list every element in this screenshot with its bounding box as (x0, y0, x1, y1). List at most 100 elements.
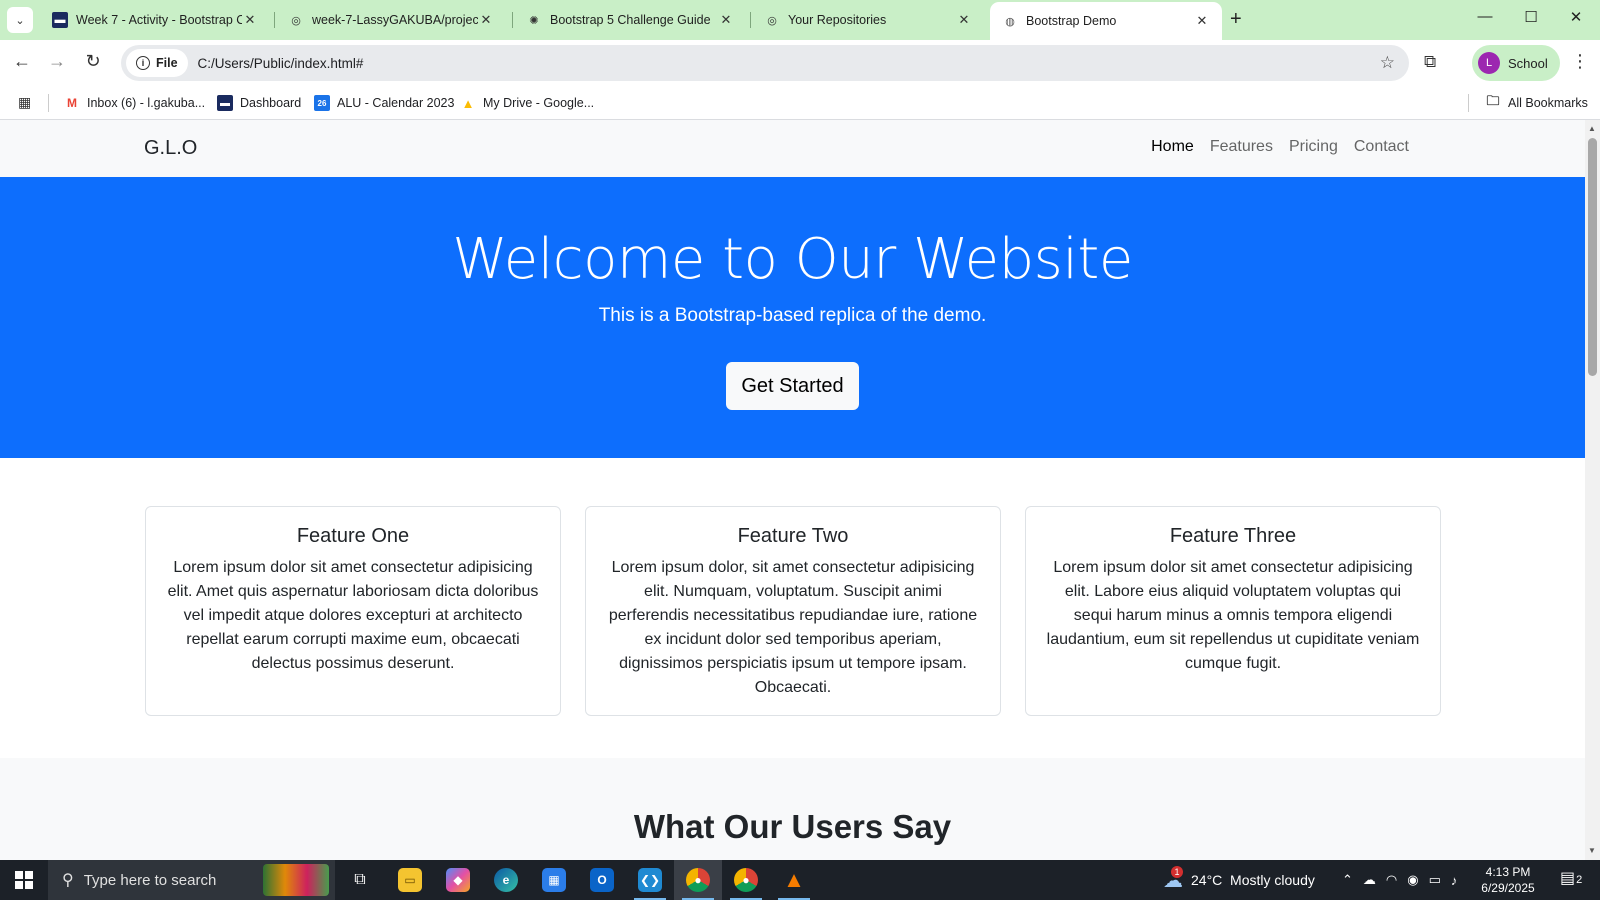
clock-date: 6/29/2025 (1481, 881, 1535, 895)
bookmark-label: My Drive - Google... (483, 96, 595, 110)
wifi-icon[interactable]: ◠ (1386, 872, 1397, 888)
profile-button[interactable]: L School (1472, 45, 1560, 81)
github-icon: ◎ (767, 14, 777, 27)
github-icon: ◎ (291, 14, 301, 27)
tab-your-repositories[interactable]: ◎ Your Repositories ✕ (752, 0, 984, 40)
close-icon[interactable]: ✕ (718, 12, 734, 28)
bookmark-my-drive[interactable]: ▲ My Drive - Google... (460, 86, 594, 120)
browser-tab-strip: ⌄ ▬ Week 7 - Activity - Bootstrap Ch ✕ ◎… (0, 0, 1600, 40)
get-started-button[interactable]: Get Started (726, 362, 859, 410)
file-explorer-icon: ▭ (398, 868, 422, 892)
start-button[interactable] (0, 860, 48, 900)
nav-link-features[interactable]: Features (1210, 138, 1273, 156)
browser-toolbar: ← → ↻ i File C:/Users/Public/index.html#… (0, 40, 1600, 86)
bookmark-gmail[interactable]: M Inbox (6) - l.gakuba... (64, 86, 205, 120)
nav-link-contact[interactable]: Contact (1354, 138, 1409, 156)
testimonials-title: What Our Users Say (633, 808, 952, 845)
search-placeholder: Type here to search (83, 871, 217, 889)
all-bookmarks-button[interactable]: 🗀 All Bookmarks (1485, 86, 1588, 120)
apps-grid-icon[interactable]: ▦ (18, 94, 31, 111)
tab-week7-activity[interactable]: ▬ Week 7 - Activity - Bootstrap Ch ✕ (40, 0, 270, 40)
close-icon[interactable]: ✕ (956, 12, 972, 28)
maximize-icon[interactable]: ☐ (1516, 8, 1546, 26)
chevron-up-icon[interactable]: ⌃ (1342, 872, 1353, 888)
notification-center-button[interactable]: ▤2 (1560, 868, 1582, 888)
scroll-up-arrow-icon[interactable]: ▲ (1588, 124, 1596, 133)
weather-widget[interactable]: ☁ 1 24°C Mostly cloudy (1163, 860, 1315, 900)
more-menu-icon[interactable]: ⋮ (1571, 51, 1589, 72)
taskbar-clock[interactable]: 4:13 PM 6/29/2025 (1462, 864, 1554, 896)
weather-text: 24°C Mostly cloudy (1191, 872, 1315, 888)
close-icon[interactable]: ✕ (242, 12, 258, 28)
feature-card: Feature Two Lorem ipsum dolor, sit amet … (585, 506, 1001, 716)
site-info-chip[interactable]: i File (126, 49, 188, 77)
openai-icon: ✺ (529, 14, 539, 27)
back-arrow-icon[interactable]: ← (10, 51, 34, 72)
tab-github-project[interactable]: ◎ week-7-LassyGAKUBA/project-c ✕ (276, 0, 506, 40)
close-window-icon[interactable]: ✕ (1561, 8, 1591, 26)
camera-icon[interactable]: ◉ (1407, 872, 1418, 888)
reload-icon[interactable]: ↻ (81, 51, 105, 72)
hero-subtitle: This is a Bootstrap-based replica of the… (598, 305, 987, 326)
tab-bootstrap-guide[interactable]: ✺ Bootstrap 5 Challenge Guide ✕ (514, 0, 746, 40)
page-scrollbar[interactable]: ▲ ▼ (1585, 120, 1600, 860)
close-icon[interactable]: ✕ (478, 12, 494, 28)
feature-text: Lorem ipsum dolor sit amet consectetur a… (1046, 559, 1420, 672)
minimize-icon[interactable]: — (1470, 8, 1500, 25)
copilot-button[interactable]: ◆ (434, 860, 482, 900)
bookmark-star-icon[interactable]: ☆ (1380, 53, 1395, 73)
feature-text: Lorem ipsum dolor sit amet consectetur a… (167, 559, 539, 672)
edge-button[interactable]: e (482, 860, 530, 900)
outlook-button[interactable]: O (578, 860, 626, 900)
vscode-icon: ❮❯ (638, 868, 662, 892)
bookmark-label: ALU - Calendar 2023 (337, 96, 455, 110)
weather-badge: 1 (1171, 865, 1183, 878)
navbar-brand[interactable]: G.L.O (144, 137, 197, 160)
tab-title: Bootstrap Demo (1026, 14, 1117, 28)
forward-arrow-icon[interactable]: → (45, 51, 69, 72)
chip-label: File (156, 56, 178, 70)
extensions-puzzle-icon[interactable]: ⧉ (1424, 52, 1436, 72)
feature-text: Lorem ipsum dolor, sit amet consectetur … (608, 559, 978, 696)
folder-icon: 🗀 (1486, 93, 1500, 108)
close-icon[interactable]: ✕ (1194, 13, 1210, 29)
new-tab-plus-icon[interactable]: + (1230, 8, 1242, 31)
google-drive-icon: ▲ (460, 95, 476, 111)
alu-favicon-icon: ▬ (52, 12, 68, 28)
calendar-icon: 26 (314, 95, 330, 111)
address-bar[interactable]: i File C:/Users/Public/index.html# ☆ (121, 45, 1409, 81)
volume-icon[interactable]: ♪ (1451, 873, 1458, 888)
tab-title: Bootstrap 5 Challenge Guide (550, 13, 711, 27)
vlc-button[interactable]: ▲ (770, 860, 818, 900)
edge-icon: e (494, 868, 518, 892)
clock-time: 4:13 PM (1485, 865, 1531, 879)
tab-bootstrap-demo[interactable]: ◍ Bootstrap Demo ✕ (990, 2, 1222, 40)
scrollbar-thumb[interactable] (1588, 138, 1597, 376)
globe-icon: ◍ (1005, 15, 1015, 28)
scroll-down-arrow-icon[interactable]: ▼ (1588, 846, 1596, 855)
tab-search-button[interactable]: ⌄ (7, 7, 33, 33)
notification-icon: ▤ (1560, 870, 1576, 887)
nav-link-home[interactable]: Home (1151, 138, 1194, 156)
taskbar-search-box[interactable]: ⚲ Type here to search (48, 860, 335, 900)
vscode-button[interactable]: ❮❯ (626, 860, 674, 900)
tab-separator (512, 12, 513, 28)
feature-card: Feature One Lorem ipsum dolor sit amet c… (145, 506, 561, 716)
task-view-button[interactable]: ⧉ (336, 860, 384, 900)
cloud-off-icon[interactable]: ☁ (1363, 872, 1376, 888)
feature-card: Feature Three Lorem ipsum dolor sit amet… (1025, 506, 1441, 716)
nav-link-pricing[interactable]: Pricing (1289, 138, 1338, 156)
bookmark-alu-calendar[interactable]: 26 ALU - Calendar 2023 (314, 86, 454, 120)
bookmark-label: All Bookmarks (1508, 96, 1588, 110)
battery-icon[interactable]: ▭ (1429, 872, 1441, 888)
store-button[interactable]: ▦ (530, 860, 578, 900)
hero-section: Welcome to Our Website This is a Bootstr… (0, 177, 1585, 458)
url-text[interactable]: C:/Users/Public/index.html# (198, 56, 1380, 71)
info-icon: i (136, 56, 150, 70)
feature-title: Feature Two (737, 525, 849, 547)
tab-title: Week 7 - Activity - Bootstrap Ch (76, 13, 242, 27)
file-explorer-button[interactable]: ▭ (386, 860, 434, 900)
chrome-profile-button[interactable]: ● (674, 860, 722, 900)
chrome-button[interactable]: ● (722, 860, 770, 900)
bookmark-dashboard[interactable]: ▬ Dashboard (217, 86, 301, 120)
